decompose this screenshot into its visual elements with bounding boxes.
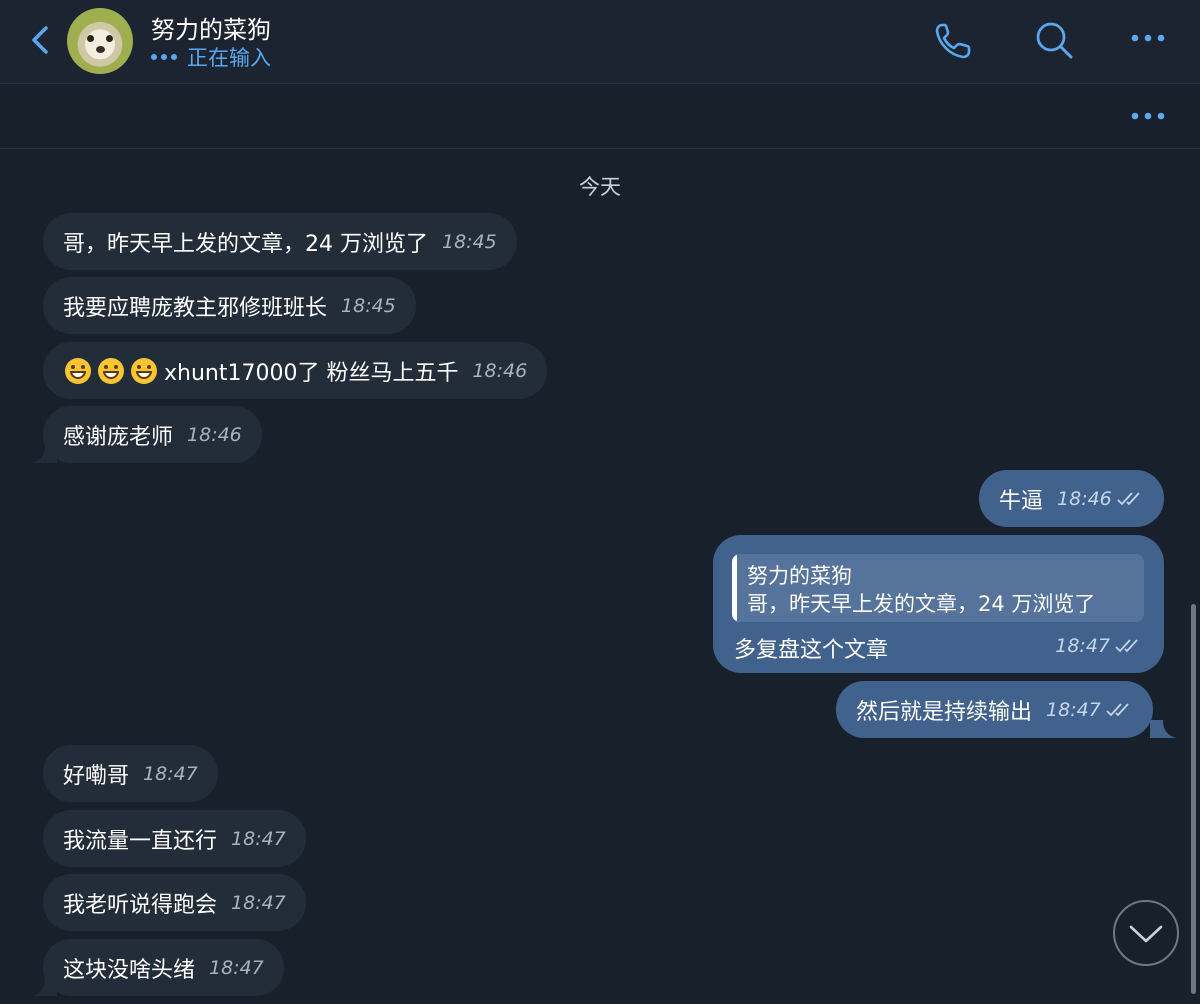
- scrollbar[interactable]: [1191, 604, 1196, 994]
- back-chevron-icon[interactable]: [26, 24, 56, 56]
- message-time: 18:45: [341, 294, 396, 317]
- grinning-emoji-icon: [131, 357, 157, 384]
- outgoing-reply-message[interactable]: 努力的菜狗 哥，昨天早上发的文章，24 万浏览了 多复盘这个文章 18:47: [713, 535, 1164, 673]
- incoming-message[interactable]: 感谢庞老师 18:46: [43, 406, 262, 463]
- more-icon[interactable]: [1130, 32, 1166, 44]
- typing-status: 正在输入: [151, 42, 271, 72]
- message-text: 多复盘这个文章: [734, 638, 889, 663]
- message-text: xhunt17000了 粉丝马上五千: [164, 360, 459, 386]
- search-icon[interactable]: [1033, 19, 1075, 61]
- chevron-down-icon: [1129, 925, 1163, 943]
- message-time: 18:45: [442, 230, 497, 253]
- read-ticks-icon: [1115, 639, 1138, 653]
- incoming-message[interactable]: 我要应聘庞教主邪修班班长 18:45: [43, 277, 416, 334]
- message-time: 18:47: [209, 956, 264, 979]
- message-time: 18:47: [1055, 635, 1110, 657]
- quoted-author: 努力的菜狗: [747, 564, 852, 588]
- grinning-emoji-icon: [98, 357, 124, 384]
- message-text: 哥，昨天早上发的文章，24 万浏览了: [63, 231, 428, 257]
- bubble-tail: [33, 978, 57, 996]
- incoming-message[interactable]: 我老听说得跑会 18:47: [43, 874, 306, 931]
- message-time: 18:47: [231, 891, 286, 914]
- message-text: 我老听说得跑会: [63, 892, 218, 918]
- chat-title[interactable]: 努力的菜狗: [151, 10, 271, 45]
- message-time: 18:47: [143, 762, 198, 785]
- message-time: 18:47: [231, 827, 286, 850]
- typing-status-label: 正在输入: [187, 46, 271, 70]
- message-list[interactable]: 今天 哥，昨天早上发的文章，24 万浏览了 18:45 我要应聘庞教主邪修班班长…: [0, 149, 1200, 1004]
- message-time: 18:46: [1057, 487, 1112, 510]
- message-text: 牛逼: [999, 488, 1044, 514]
- bubble-tail: [33, 445, 57, 463]
- phone-icon[interactable]: [933, 20, 975, 62]
- message-time: 18:46: [187, 423, 242, 446]
- incoming-message[interactable]: 好嘞哥 18:47: [43, 745, 218, 802]
- message-text: 好嘞哥: [63, 763, 130, 789]
- grinning-emoji-icon: [65, 357, 91, 384]
- message-text: 感谢庞老师: [63, 424, 174, 450]
- more-icon[interactable]: [1130, 110, 1166, 122]
- quoted-text: 哥，昨天早上发的文章，24 万浏览了: [747, 592, 1096, 616]
- message-time: 18:46: [472, 359, 528, 382]
- scroll-down-button[interactable]: [1113, 900, 1179, 966]
- message-text: 然后就是持续输出: [856, 699, 1033, 725]
- avatar[interactable]: [67, 8, 133, 74]
- read-ticks-icon: [1117, 491, 1140, 505]
- incoming-message[interactable]: xhunt17000了 粉丝马上五千 18:46: [43, 342, 548, 399]
- incoming-message[interactable]: 我流量一直还行 18:47: [43, 810, 306, 867]
- chat-header: 努力的菜狗 正在输入: [0, 0, 1200, 84]
- date-divider: 今天: [579, 175, 621, 199]
- outgoing-message[interactable]: 牛逼 18:46: [979, 470, 1164, 527]
- incoming-message[interactable]: 哥，昨天早上发的文章，24 万浏览了 18:45: [43, 213, 517, 270]
- message-text: 我要应聘庞教主邪修班班长: [63, 295, 328, 321]
- pinned-bar: [0, 84, 1200, 149]
- incoming-message[interactable]: 这块没啥头绪 18:47: [43, 939, 284, 996]
- quoted-message[interactable]: 努力的菜狗 哥，昨天早上发的文章，24 万浏览了: [732, 554, 1144, 622]
- typing-dots-icon: [151, 54, 177, 60]
- bubble-tail: [1150, 720, 1176, 738]
- message-time: 18:47: [1046, 698, 1101, 721]
- message-text: 这块没啥头绪: [63, 957, 196, 983]
- read-ticks-icon: [1106, 702, 1129, 716]
- outgoing-message[interactable]: 然后就是持续输出 18:47: [836, 681, 1153, 738]
- message-text: 我流量一直还行: [63, 828, 218, 854]
